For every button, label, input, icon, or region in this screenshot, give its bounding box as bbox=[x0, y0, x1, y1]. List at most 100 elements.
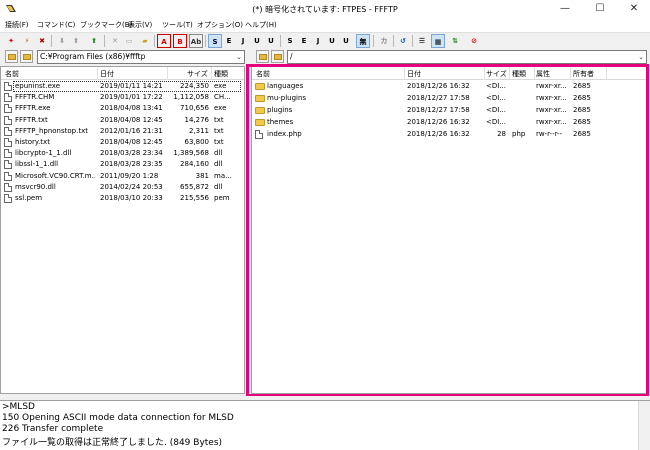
table-row[interactable]: FFFTP_hpnonstop.txt 2012/01/16 21:31 2,311… bbox=[1, 126, 244, 137]
maximize-button[interactable]: ☐ bbox=[583, 0, 617, 18]
remote-col-attr[interactable]: 属性 bbox=[536, 69, 550, 79]
new-folder-icon[interactable]: ▰ bbox=[138, 34, 152, 48]
local-col-size[interactable]: サイズ bbox=[187, 69, 208, 79]
chevron-down-icon[interactable]: ⌄ bbox=[236, 51, 242, 63]
refresh-icon[interactable]: ↺ bbox=[396, 34, 410, 48]
upload-icon[interactable]: ⬆ bbox=[69, 34, 83, 48]
column-divider bbox=[167, 67, 168, 80]
local-sjis-button[interactable]: S bbox=[283, 34, 297, 48]
remote-col-size[interactable]: サイズ bbox=[486, 69, 507, 79]
table-row[interactable]: index.php 2018/12/26 16:32 28 php rw-r--r-- 2… bbox=[252, 129, 646, 140]
menu-options[interactable]: オプション(O) bbox=[197, 20, 243, 30]
table-row[interactable]: plugins 2018/12/27 17:58 <DI... rwxr-xr... 2… bbox=[252, 105, 646, 116]
toolbar-separator bbox=[104, 35, 105, 47]
detail-view-icon[interactable]: ▦ bbox=[431, 34, 445, 48]
disconnect-icon[interactable]: ✖ bbox=[35, 34, 49, 48]
chevron-down-icon[interactable]: ⌄ bbox=[638, 51, 644, 63]
table-row[interactable]: msvcr90.dll 2014/02/24 20:53 655,872 dll bbox=[1, 182, 244, 193]
no-conversion-button[interactable]: 無 bbox=[356, 34, 370, 48]
binary-mode-button[interactable]: B bbox=[173, 34, 187, 48]
host-euc-button[interactable]: E bbox=[222, 34, 236, 48]
local-utf8bom-button[interactable]: U bbox=[339, 34, 353, 48]
remote-col-owner[interactable]: 所有者 bbox=[573, 69, 594, 79]
status-scrollbar[interactable] bbox=[638, 401, 650, 450]
file-name: ssl.pem bbox=[15, 194, 43, 202]
ascii-mode-icon[interactable]: A bbox=[157, 34, 171, 48]
file-type: txt bbox=[214, 126, 224, 135]
remote-col-date[interactable]: 日付 bbox=[407, 69, 421, 79]
local-col-name[interactable]: 名前 bbox=[5, 69, 19, 79]
menu-connect[interactable]: 接続(F) bbox=[5, 20, 29, 30]
table-row[interactable]: themes 2018/12/26 16:32 <DI... rwxr-xr... 26… bbox=[252, 117, 646, 128]
remote-col-type[interactable]: 種類 bbox=[512, 69, 526, 79]
file-name: history.txt bbox=[15, 138, 50, 146]
download-icon[interactable]: ⬇ bbox=[55, 34, 69, 48]
file-size: <DI... bbox=[486, 94, 506, 102]
local-list-header: 名前 日付 サイズ 種類 bbox=[1, 67, 244, 80]
menu-view[interactable]: 表示(V) bbox=[128, 20, 152, 30]
file-size: 2,311 bbox=[188, 126, 209, 135]
host-utf8bom-button[interactable]: U bbox=[264, 34, 278, 48]
rename-icon[interactable]: ▭ bbox=[122, 34, 136, 48]
file-name: msvcr90.dll bbox=[15, 182, 56, 191]
file-type: CH... bbox=[214, 93, 231, 102]
local-up-folder-button[interactable] bbox=[5, 50, 18, 63]
column-divider bbox=[509, 67, 510, 80]
sync-folder-icon[interactable]: ⇅ bbox=[448, 34, 462, 48]
local-col-date[interactable]: 日付 bbox=[100, 69, 114, 79]
toolbar: ✦ ⚡ ✖ ⬇ ⬆ ⬆ ✕ ▭ ▰ A B Ab S E J U U S E J… bbox=[0, 32, 650, 48]
toolbar-separator bbox=[280, 35, 281, 47]
file-date: 2018/03/10 20:33 bbox=[100, 194, 163, 202]
delete-icon[interactable]: ✕ bbox=[108, 34, 122, 48]
table-row[interactable]: libcrypto-1_1.dll 2018/03/28 23:34 1,389,5… bbox=[1, 148, 244, 159]
file-owner: 2685 bbox=[573, 118, 591, 126]
table-row[interactable]: FFFTR.exe 2018/04/08 13:41 710,656 exe bbox=[1, 103, 244, 114]
table-row[interactable]: FFFTR.CHM 2019/01/01 17:22 1,112,058 CH... bbox=[1, 92, 244, 103]
file-type: pem bbox=[214, 194, 230, 202]
table-row[interactable]: libssl-1_1.dll 2018/03/28 23:35 284,160 dll bbox=[1, 159, 244, 170]
local-path-input[interactable]: C:¥Program Files (x86)¥ffftp ⌄ bbox=[37, 50, 245, 64]
file-icon bbox=[4, 138, 12, 147]
menu-help[interactable]: ヘルプ(H) bbox=[245, 20, 277, 30]
local-file-list[interactable]: 名前 日付 サイズ 種類 epuninst.exe 2019/01/11 14:2… bbox=[0, 66, 245, 394]
quick-connect-icon[interactable]: ⚡ bbox=[20, 34, 34, 48]
kana-convert-button[interactable]: カ bbox=[377, 34, 391, 48]
close-button[interactable]: ✕ bbox=[617, 0, 650, 18]
file-attr: rwxr-xr... bbox=[536, 82, 567, 90]
list-view-icon[interactable]: ☰ bbox=[415, 34, 429, 48]
column-divider bbox=[606, 67, 607, 80]
file-icon bbox=[4, 171, 12, 181]
table-row[interactable]: ssl.pem 2018/03/10 20:33 215,556 pem bbox=[1, 193, 244, 204]
menu-bookmark[interactable]: ブックマーク(B) bbox=[80, 20, 132, 30]
file-icon bbox=[4, 82, 12, 91]
file-date: 2012/01/16 21:31 bbox=[100, 126, 163, 135]
file-icon bbox=[4, 126, 12, 136]
remote-file-list[interactable]: 名前 日付 サイズ 種類 属性 所有者 languages 2018/12/26 … bbox=[251, 66, 647, 394]
table-row[interactable]: languages 2018/12/26 16:32 <DI... rwxr-xr..… bbox=[252, 81, 646, 92]
local-utf8-button[interactable]: U bbox=[325, 34, 339, 48]
stop-icon[interactable]: ⊘ bbox=[467, 34, 481, 48]
remote-up-folder-button[interactable] bbox=[256, 50, 269, 63]
remote-path-input[interactable]: / ⌄ bbox=[287, 50, 647, 64]
file-size: 28 bbox=[497, 130, 506, 138]
local-open-folder-button[interactable] bbox=[20, 50, 33, 63]
table-row[interactable]: FFFTR.txt 2018/04/08 12:45 14,276 txt bbox=[1, 115, 244, 126]
host-jis-button[interactable]: J bbox=[236, 34, 250, 48]
mirror-upload-icon[interactable]: ⬆ bbox=[87, 34, 101, 48]
table-row[interactable]: epuninst.exe 2019/01/11 14:21 224,350 exe bbox=[1, 81, 244, 92]
remote-open-folder-button[interactable] bbox=[271, 50, 284, 63]
table-row[interactable]: mu-plugins 2018/12/27 17:58 <DI... rwxr-xr.… bbox=[252, 93, 646, 104]
minimize-button[interactable]: — bbox=[548, 0, 582, 18]
auto-mode-button[interactable]: Ab bbox=[189, 34, 203, 48]
menu-command[interactable]: コマンド(C) bbox=[37, 20, 75, 30]
local-col-type[interactable]: 種類 bbox=[214, 69, 228, 79]
table-row[interactable]: Microsoft.VC90.CRT.m... 2011/09/20 1:28 38… bbox=[1, 171, 244, 182]
connect-icon[interactable]: ✦ bbox=[4, 34, 18, 48]
local-euc-button[interactable]: E bbox=[297, 34, 311, 48]
remote-col-name[interactable]: 名前 bbox=[256, 69, 270, 79]
host-utf8-button[interactable]: U bbox=[250, 34, 264, 48]
local-jis-button[interactable]: J bbox=[311, 34, 325, 48]
table-row[interactable]: history.txt 2018/04/08 12:45 63,800 txt bbox=[1, 137, 244, 148]
menu-tools[interactable]: ツール(T) bbox=[162, 20, 193, 30]
host-sjis-button[interactable]: S bbox=[208, 34, 222, 48]
